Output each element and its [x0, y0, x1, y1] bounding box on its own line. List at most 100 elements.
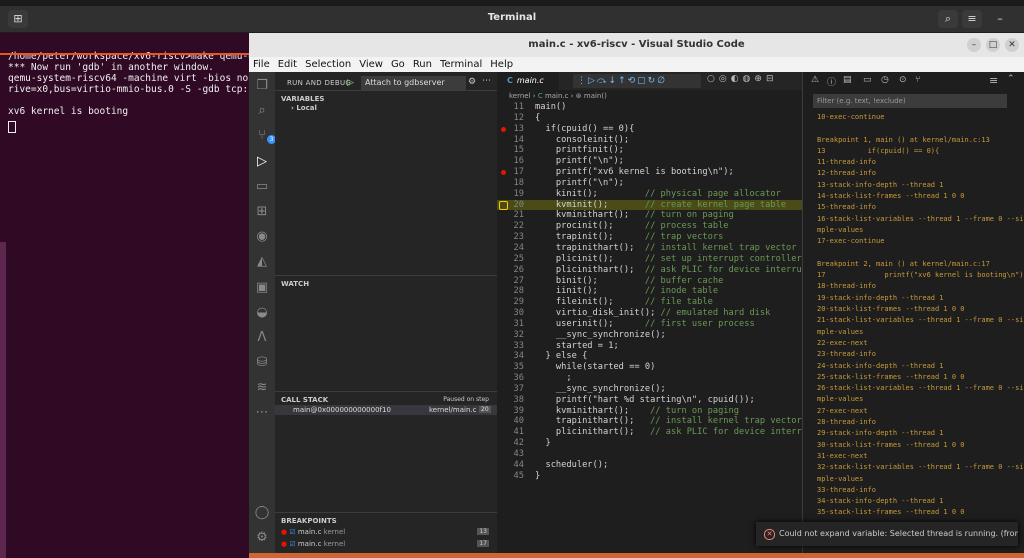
terminal-icon[interactable]: ▭	[863, 75, 872, 85]
code-line[interactable]: 36 ;	[497, 373, 802, 384]
code-line[interactable]: 15 printfinit();	[497, 145, 802, 156]
azure-icon[interactable]: Λ	[254, 330, 270, 346]
code-line[interactable]: 41 plicinithart(); // ask PLIC for devic…	[497, 427, 823, 438]
menu-edit[interactable]: Edit	[278, 57, 297, 72]
breakpoint-item[interactable]: ● ☑ main.c kernel 17	[281, 540, 493, 548]
checkbox-icon[interactable]: ☑	[289, 540, 295, 548]
close-icon[interactable]: ✕	[1005, 38, 1019, 52]
explorer-icon[interactable]: ❐	[254, 78, 270, 94]
panel-menu-icon[interactable]: ≡	[989, 74, 998, 87]
breakpoint-item[interactable]: ● ☑ main.c kernel 13	[281, 528, 493, 536]
remote-explorer-icon[interactable]: ▭	[254, 179, 270, 195]
code-line[interactable]: 32 __sync_synchronize();	[497, 330, 802, 341]
code-line[interactable]: 38 printf("hart %d starting\n", cpuid())…	[497, 395, 802, 406]
code-line[interactable]: 45}	[497, 471, 802, 482]
output-icon[interactable]: ▤	[843, 75, 852, 85]
code-line[interactable]: 20 kvminit(); // create kernel page tabl…	[497, 199, 802, 211]
code-line[interactable]: 28 iinit(); // inode table	[497, 286, 802, 297]
code-line[interactable]: 12 {	[497, 113, 802, 124]
account-icon[interactable]: ◯	[254, 505, 270, 521]
hamburger-menu-icon[interactable]: ≡	[962, 10, 982, 28]
menu-file[interactable]: File	[253, 57, 270, 72]
breadcrumb[interactable]: kernel › C main.c › ⊛ main()	[497, 90, 802, 102]
menu-selection[interactable]: Selection	[305, 57, 351, 72]
ports-icon[interactable]: ◷	[881, 75, 889, 85]
code-text: kinit(); // physical page allocator	[535, 189, 781, 200]
code-line[interactable]: 23 trapinit(); // trap vectors	[497, 232, 802, 243]
code-line[interactable]: 44 scheduler();	[497, 460, 802, 471]
github-icon[interactable]: ◉	[254, 229, 270, 245]
menu-help[interactable]: Help	[490, 57, 513, 72]
settings-gear-icon[interactable]: ⚙	[254, 530, 270, 546]
warning-icon[interactable]: ⚠	[811, 75, 819, 85]
code-line[interactable]: 11 main()	[497, 102, 802, 113]
code-line[interactable]: 17 printf("xv6 kernel is booting\n");	[497, 167, 802, 178]
menu-terminal[interactable]: Terminal	[440, 57, 482, 72]
code-line[interactable]: 35 while(started == 0)	[497, 362, 802, 373]
layers-icon[interactable]: ≋	[254, 380, 270, 396]
breadcrumb-file[interactable]: main.c	[545, 92, 569, 100]
error-notification[interactable]: ✕ Could not expand variable: Selected thr…	[756, 522, 1018, 546]
code-line[interactable]: 25 plicinit(); // set up interrupt contr…	[497, 254, 802, 265]
gitlab-icon[interactable]: ◭	[254, 254, 270, 270]
debug-toolbar[interactable]: ⋮▷⤼↓↑⟲▢↻∅	[573, 74, 701, 88]
code-line[interactable]: 14 consoleinit();	[497, 135, 802, 146]
watch-section[interactable]: WATCH	[275, 275, 497, 296]
code-line[interactable]: 19 kinit(); // physical page allocator	[497, 189, 802, 200]
breadcrumb-symbol[interactable]: main()	[584, 92, 607, 100]
terminal-icon[interactable]: ▣	[254, 280, 270, 296]
database-icon[interactable]: ⛁	[254, 355, 270, 371]
terminal-output[interactable]: /home/peter/workspace/xv6-riscv>make qem…	[0, 33, 250, 558]
code-line[interactable]: 16 printf("\n");	[497, 156, 802, 167]
checkbox-icon[interactable]: ☑	[289, 528, 295, 536]
code-line[interactable]: 29 fileinit(); // file table	[497, 297, 802, 308]
code-line[interactable]: 21 kvminithart(); // turn on paging	[497, 210, 802, 221]
more-icon[interactable]: ⋯	[254, 405, 270, 421]
git-icon[interactable]: ⊙	[899, 75, 907, 85]
more-actions-icon[interactable]: ⋯	[482, 76, 491, 86]
debug-config-select[interactable]: Attach to gdbserver	[361, 76, 466, 90]
code-line[interactable]: 18 printf("\n");	[497, 178, 802, 189]
code-line[interactable]: 37 __sync_synchronize();	[497, 384, 802, 395]
run-debug-icon[interactable]: ▷	[254, 154, 270, 170]
code-line[interactable]: 42 }	[497, 438, 802, 449]
filter-input[interactable]: Filter (e.g. text, !exclude)	[813, 94, 1007, 108]
editor-actions[interactable]: ○◎◐◍⊕⊟	[707, 74, 778, 84]
code-line[interactable]: 40 trapinithart(); // install kernel tra…	[497, 416, 802, 427]
code-line[interactable]: 39 kvminithart(); // turn on paging	[497, 406, 802, 417]
code-area[interactable]: 11 main() 12{13 if(cpuid() == 0){14 consol…	[497, 102, 823, 553]
scope-local[interactable]: › Local	[291, 104, 317, 112]
menu-view[interactable]: View	[359, 57, 383, 72]
bp-line: 13	[477, 528, 489, 535]
minimize-icon[interactable]: –	[990, 10, 1010, 28]
code-line[interactable]: 30 virtio_disk_init(); // emulated hard …	[497, 308, 802, 319]
code-line[interactable]: 13 if(cpuid() == 0){	[497, 124, 802, 135]
docker-icon[interactable]: ◒	[254, 305, 270, 321]
start-debugging-icon[interactable]: ▷	[347, 78, 354, 88]
code-line[interactable]: 43	[497, 449, 802, 460]
source-control-icon[interactable]: ⑂ 3	[254, 128, 276, 144]
code-line[interactable]: 26 plicinithart(); // ask PLIC for devic…	[497, 265, 818, 276]
code-line[interactable]: 31 userinit(); // first user process	[497, 319, 802, 330]
code-line[interactable]: 22 procinit(); // process table	[497, 221, 802, 232]
extensions-icon[interactable]: ⊞	[254, 204, 270, 220]
debug-console-output[interactable]: 10-exec-continue Breakpoint 1, main () at…	[817, 112, 1023, 519]
status-bar[interactable]	[249, 553, 1024, 558]
gitlens-icon[interactable]: ⑂	[915, 75, 920, 85]
menu-go[interactable]: Go	[391, 57, 405, 72]
search-icon[interactable]: ⌕	[938, 10, 958, 28]
chevron-up-icon[interactable]: ⌃	[1007, 74, 1015, 84]
menu-run[interactable]: Run	[413, 57, 432, 72]
search-icon[interactable]: ⌕	[254, 103, 270, 119]
gear-icon[interactable]: ⚙	[468, 77, 476, 87]
code-line[interactable]: 27 binit(); // buffer cache	[497, 276, 802, 287]
minimize-icon[interactable]: –	[967, 38, 981, 52]
breadcrumb-folder[interactable]: kernel	[509, 92, 531, 100]
code-line[interactable]: 34 } else {	[497, 351, 802, 362]
call-stack-frame[interactable]: main@0x000000000000f10 kernel/main.c 20	[275, 405, 497, 415]
code-line[interactable]: 24 trapinithart(); // install kernel tra…	[497, 243, 802, 254]
maximize-icon[interactable]: □	[986, 38, 1000, 52]
info-icon[interactable]: ⓘ	[827, 75, 836, 88]
code-line[interactable]: 33 started = 1;	[497, 341, 802, 352]
tab-main-c[interactable]: Cmain.c	[497, 72, 559, 90]
